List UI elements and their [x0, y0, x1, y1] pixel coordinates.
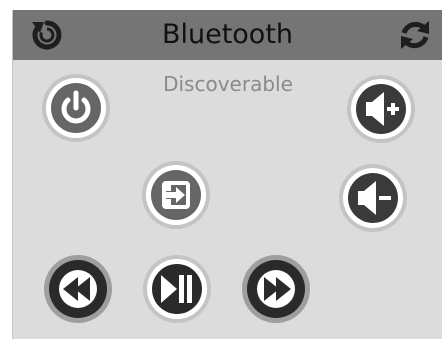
power-button[interactable] [41, 73, 111, 143]
discoverable-status: Discoverable [163, 72, 293, 96]
page-title: Bluetooth [161, 19, 294, 50]
fast-forward-button[interactable] [241, 254, 311, 324]
title-bar: Bluetooth [13, 10, 442, 60]
volume-down-button[interactable] [338, 163, 408, 233]
refresh-icon[interactable] [28, 16, 66, 54]
sync-icon[interactable] [396, 16, 434, 54]
volume-up-button[interactable] [346, 74, 416, 144]
rewind-button[interactable] [43, 254, 113, 324]
bluetooth-panel: Bluetooth Discoverable [12, 10, 442, 339]
play-pause-button[interactable] [142, 254, 212, 324]
input-source-button[interactable] [141, 160, 211, 230]
